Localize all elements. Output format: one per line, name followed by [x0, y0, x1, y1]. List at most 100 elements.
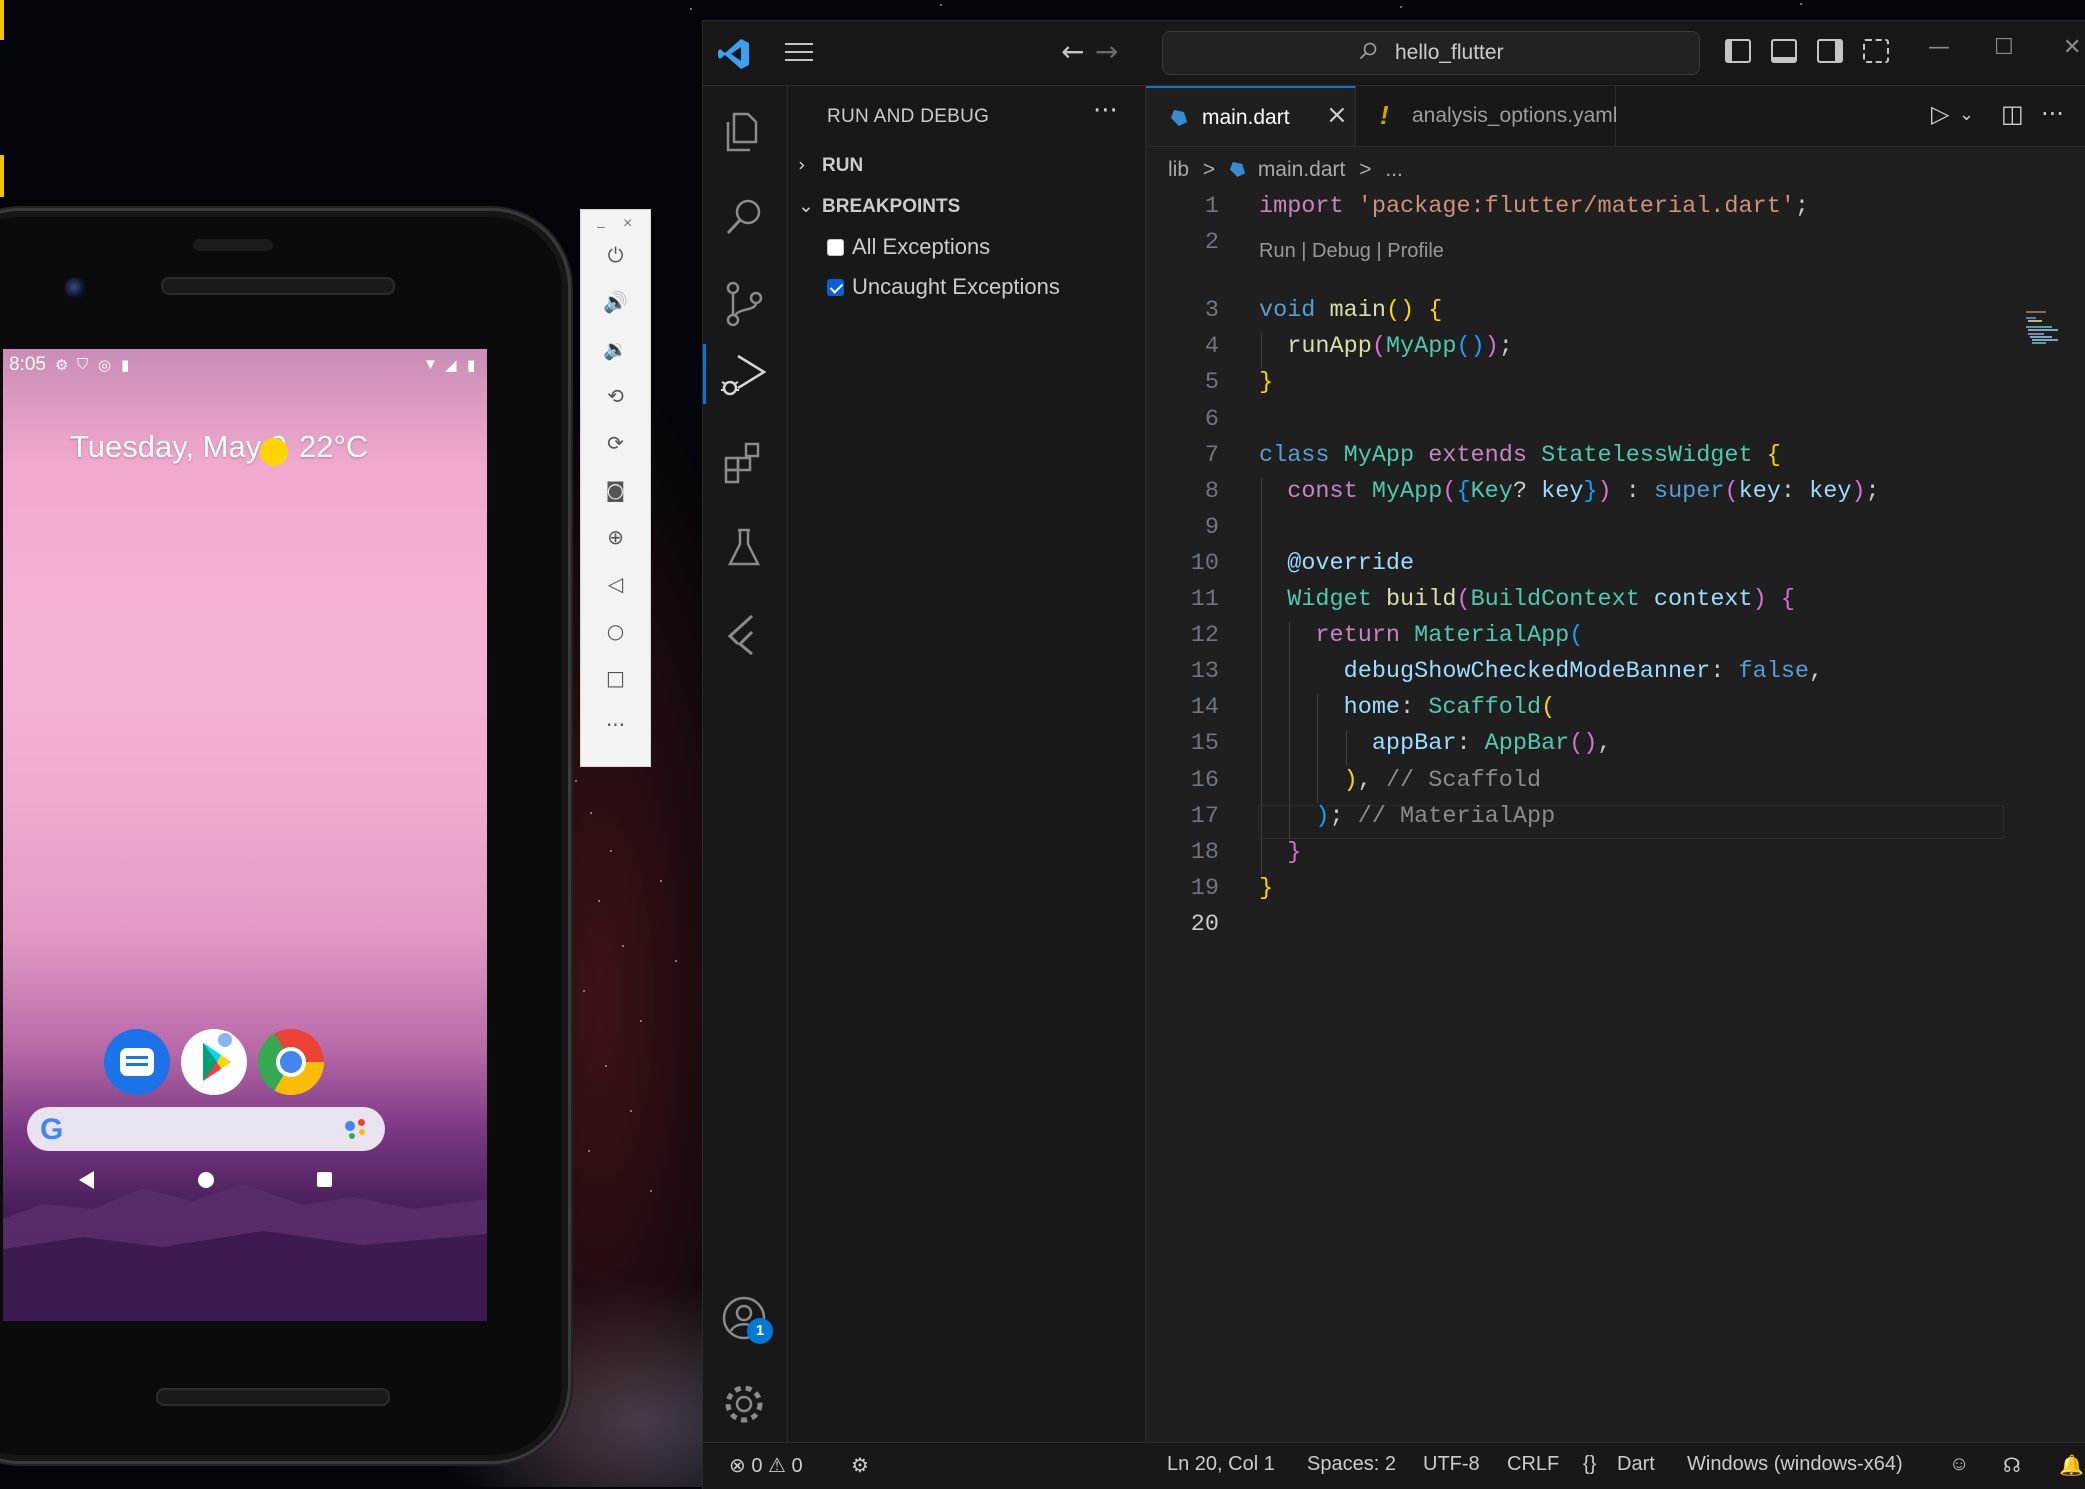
toggle-panel-icon[interactable]: [1771, 39, 1797, 63]
problems-indicator[interactable]: ⊗ 0 ⚠ 0: [729, 1453, 803, 1478]
more-actions-icon[interactable]: ···: [1093, 96, 1118, 126]
run-and-debug-icon[interactable]: [718, 348, 770, 400]
line-number: 3: [1204, 297, 1219, 325]
extensions-icon[interactable]: [718, 436, 770, 488]
code-line: class MyApp extends StatelessWidget {: [1259, 441, 1781, 469]
code-line: const MyApp({Key? key}) : super(key: key…: [1287, 477, 1880, 505]
source-control-icon[interactable]: [718, 278, 770, 330]
rotate-left-icon[interactable]: ⟲: [581, 376, 650, 416]
google-search-bar[interactable]: G: [27, 1107, 385, 1151]
toggle-primary-sidebar-icon[interactable]: [1725, 39, 1751, 63]
back-icon[interactable]: ◁: [581, 564, 650, 604]
cursor-position[interactable]: Ln 20, Col 1: [1167, 1453, 1275, 1476]
section-breakpoints[interactable]: ⌄ BREAKPOINTS: [798, 195, 960, 218]
power-icon[interactable]: ⏻: [581, 235, 650, 275]
breadcrumb-file[interactable]: main.dart: [1258, 158, 1346, 181]
breadcrumb-separator: >: [1359, 158, 1372, 181]
feedback-icon[interactable]: ☊: [2003, 1453, 2021, 1478]
nav-back-button[interactable]: [79, 1171, 94, 1189]
activity-bar: 1: [703, 86, 788, 1464]
line-number: 12: [1190, 622, 1219, 650]
flutter-icon[interactable]: [718, 608, 770, 660]
accounts-badge: 1: [747, 1318, 773, 1344]
more-icon[interactable]: ···: [581, 705, 650, 745]
play-store-icon[interactable]: [181, 1029, 247, 1095]
run-file-icon[interactable]: ▷: [1931, 100, 1949, 128]
star: [650, 1190, 652, 1192]
encoding[interactable]: UTF-8: [1423, 1453, 1480, 1476]
volume-down-icon[interactable]: 🔉: [581, 329, 650, 369]
breadcrumb-separator: >: [1202, 158, 1216, 181]
breadcrumb-folder[interactable]: lib: [1168, 158, 1189, 181]
volume-up-icon[interactable]: 🔊: [581, 282, 650, 322]
copilot-icon[interactable]: ☺: [1949, 1453, 1969, 1476]
run-and-debug-sidebar: RUN AND DEBUG ··· › RUN ⌄ BREAKPOINTS All …: [788, 86, 1146, 1464]
assistant-icon[interactable]: [345, 1119, 369, 1141]
overview-icon[interactable]: □: [581, 658, 650, 698]
checkbox-checked[interactable]: [827, 279, 844, 296]
rotate-right-icon[interactable]: ⟳: [581, 423, 650, 463]
menu-icon[interactable]: [785, 43, 813, 63]
language-mode[interactable]: Dart: [1617, 1453, 1655, 1476]
window-maximize-icon[interactable]: ☐: [1994, 35, 2014, 60]
sidebar-title: RUN AND DEBUG: [827, 106, 990, 127]
tab-analysis-options[interactable]: ! analysis_options.yaml: [1356, 86, 1618, 146]
customize-layout-icon[interactable]: [1863, 39, 1889, 63]
run-dropdown-chevron-icon[interactable]: ⌄: [1959, 104, 1974, 125]
split-editor-icon[interactable]: ◫: [2001, 100, 2024, 128]
codelens-run-debug-profile[interactable]: Run | Debug | Profile: [1259, 240, 1444, 263]
window-minimize-icon[interactable]: —: [1928, 35, 1950, 60]
zoom-icon[interactable]: ⊕: [581, 517, 650, 557]
star: [605, 1065, 607, 1067]
toggle-secondary-sidebar-icon[interactable]: [1817, 39, 1843, 63]
checkbox[interactable]: [827, 239, 844, 256]
indentation[interactable]: Spaces: 2: [1307, 1453, 1396, 1476]
breakpoint-uncaught-exceptions[interactable]: Uncaught Exceptions: [827, 274, 1060, 300]
language-braces-icon: {}: [1583, 1453, 1597, 1475]
go-back-icon[interactable]: ←: [1061, 35, 1084, 68]
window-close-icon[interactable]: ✕: [2063, 35, 2081, 60]
home-icon[interactable]: ○: [581, 611, 650, 651]
chevron-down-icon: ⌄: [798, 195, 814, 217]
testing-icon[interactable]: [718, 522, 770, 574]
line-number: 16: [1190, 766, 1219, 794]
manage-gear-icon[interactable]: [718, 1378, 770, 1430]
messages-icon[interactable]: [104, 1029, 170, 1095]
debug-status-icon[interactable]: ⚙: [851, 1453, 869, 1478]
desktop-marker: [0, 0, 4, 40]
breakpoint-all-exceptions[interactable]: All Exceptions: [827, 234, 990, 260]
status-time: 8:05: [9, 354, 46, 375]
close-icon[interactable]: ×: [1326, 100, 1348, 130]
explorer-icon[interactable]: [718, 106, 770, 158]
nav-recents-button[interactable]: [317, 1172, 332, 1187]
tab-main-dart[interactable]: main.dart ×: [1146, 86, 1356, 146]
line-number: 6: [1204, 405, 1219, 433]
emulator-close-button[interactable]: ×: [623, 215, 632, 233]
camera-icon[interactable]: ◙: [581, 470, 650, 510]
date-text: Tuesday, May 9: [70, 429, 288, 464]
notifications-bell-icon[interactable]: 🔔: [2059, 1453, 2084, 1478]
emulator-minimize-button[interactable]: –: [597, 218, 605, 234]
chevron-right-icon: ›: [798, 154, 806, 176]
command-center[interactable]: hello_flutter: [1162, 31, 1700, 75]
indent-guide: [1261, 477, 1262, 875]
breadcrumb-symbol[interactable]: ...: [1385, 158, 1403, 181]
nav-home-button[interactable]: [198, 1172, 214, 1188]
end-of-line[interactable]: CRLF: [1507, 1453, 1559, 1476]
more-actions-icon[interactable]: ···: [2041, 100, 2064, 128]
line-number: 20: [1190, 910, 1219, 938]
minimap[interactable]: [2026, 311, 2070, 347]
line-number: 4: [1204, 333, 1219, 361]
search-icon[interactable]: [718, 192, 770, 244]
chrome-icon[interactable]: [258, 1029, 324, 1095]
indent-guide: [1289, 622, 1291, 839]
device-selector[interactable]: Windows (windows-x64): [1687, 1453, 1903, 1476]
tab-label: analysis_options.yaml: [1412, 104, 1618, 127]
line-number: 18: [1190, 838, 1219, 866]
section-run[interactable]: › RUN: [798, 154, 863, 177]
dart-file-icon: [1229, 161, 1246, 178]
phone-screen[interactable]: 8:05 ⚙ ⛉ ◎ ▮ ▼ ◢ ▮ Tuesday, May 9 22°C G: [3, 349, 487, 1321]
line-number: 5: [1204, 369, 1219, 397]
go-forward-icon[interactable]: →: [1095, 35, 1118, 68]
temperature-text: 22°C: [299, 429, 369, 464]
